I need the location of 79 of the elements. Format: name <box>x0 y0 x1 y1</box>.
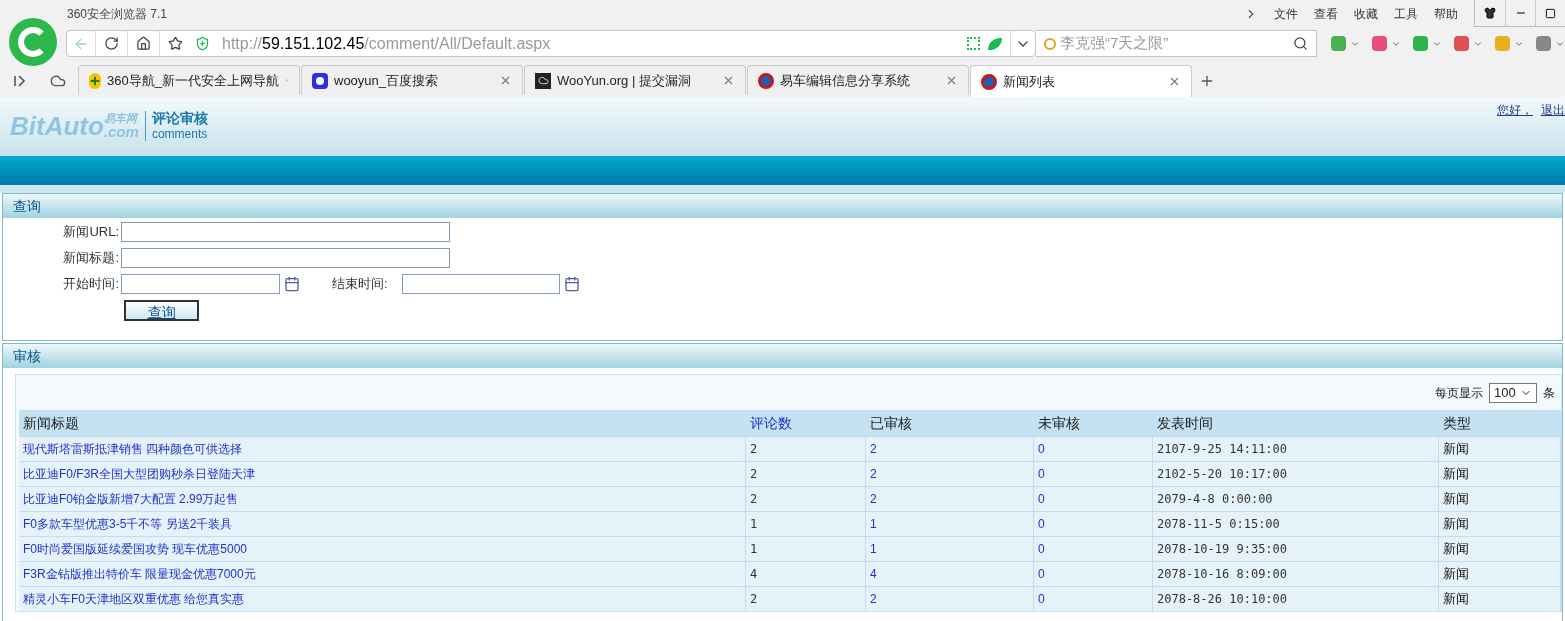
table-cell[interactable]: 0 <box>1034 587 1153 611</box>
date-field[interactable] <box>402 274 560 294</box>
news-title-link[interactable]: 精灵小车F0天津地区双重优惠 给您真实惠 <box>19 587 746 611</box>
menu-item[interactable]: 收藏 <box>1346 4 1386 23</box>
extension-icon[interactable] <box>1495 36 1510 51</box>
shirt-icon <box>1484 7 1496 19</box>
close-icon[interactable] <box>1168 75 1181 88</box>
calendar-icon[interactable] <box>284 276 300 292</box>
text-field[interactable] <box>121 248 450 268</box>
text-field[interactable] <box>121 222 450 242</box>
column-header: 新闻标题 <box>22 413 80 433</box>
browser-tab[interactable]: 新闻列表 <box>970 65 1192 97</box>
panel-title: 审核 <box>13 346 41 366</box>
app-subtitle: comments <box>151 127 208 143</box>
new-tab-icon[interactable] <box>1199 73 1215 89</box>
extension-icon[interactable] <box>1331 36 1346 51</box>
field-label: 开始时间: <box>62 275 120 294</box>
search-engine-icon[interactable] <box>1044 37 1056 50</box>
browser-tab[interactable]: WooYun.org | 提交漏洞 <box>524 65 746 95</box>
extension-icon[interactable] <box>1454 36 1469 51</box>
table-cell: 2 <box>746 587 866 611</box>
logo-chinese: 易车网 <box>103 113 139 124</box>
browser-logo-icon <box>9 18 57 66</box>
column-header[interactable]: 评论数 <box>746 412 866 434</box>
window-title: 360安全浏览器 7.1 <box>67 5 168 23</box>
browser-tab[interactable]: 易车编辑信息分享系统 <box>747 65 969 95</box>
app-title: 评论审核 <box>151 109 208 128</box>
panel-title: 查询 <box>13 196 41 216</box>
menu-item[interactable]: 工具 <box>1386 4 1426 23</box>
search-button[interactable]: 查询 <box>124 300 199 321</box>
qr-icon[interactable] <box>967 37 980 50</box>
menu-item[interactable]: 文件 <box>1266 4 1306 23</box>
field-label: 结束时间: <box>332 275 389 294</box>
extension-icon[interactable] <box>1536 36 1551 51</box>
paw-icon <box>312 72 328 89</box>
reload-icon[interactable] <box>104 36 119 51</box>
menu-item[interactable]: 查看 <box>1306 4 1346 23</box>
browser-tab[interactable]: 360导航_新一代安全上网导航 <box>78 65 300 95</box>
column-header: 类型 <box>1442 413 1472 433</box>
sidebar-toggle-icon[interactable] <box>14 75 26 87</box>
close-icon[interactable] <box>722 74 735 87</box>
logout-link[interactable]: 退出 <box>1541 101 1565 119</box>
table-cell: 新闻 <box>1439 587 1561 611</box>
menu-item[interactable]: 帮助 <box>1426 4 1466 23</box>
column-header: 已审核 <box>869 413 913 433</box>
date-field[interactable] <box>121 274 280 294</box>
close-icon[interactable] <box>945 74 958 87</box>
greeting-link[interactable]: 您好， <box>1497 101 1533 119</box>
calendar-icon[interactable] <box>564 276 580 292</box>
url-text: http://59.151.102.45/comment/All/Default.aspx <box>222 33 551 54</box>
leaf-icon[interactable] <box>988 37 1002 50</box>
page-size-label: 每页显示 <box>1435 384 1483 402</box>
browser-tab[interactable]: wooyun_百度搜索 <box>301 65 523 95</box>
address-bar[interactable]: http://59.151.102.45/comment/All/Default.aspx <box>66 30 1036 57</box>
extension-icon[interactable] <box>1372 36 1387 51</box>
maximize-icon <box>1545 7 1556 19</box>
logo-brand: BitAuto <box>10 113 104 139</box>
cloud-icon <box>535 72 551 89</box>
field-label: 新闻标题: <box>62 249 120 268</box>
field-label: 新闻URL: <box>62 223 120 242</box>
star-icon[interactable] <box>168 36 183 51</box>
plus-icon <box>89 72 101 89</box>
column-header: 未审核 <box>1037 413 1081 433</box>
globe-icon <box>981 73 997 90</box>
extension-icon[interactable] <box>1413 36 1428 51</box>
logo-suffix: .com <box>103 124 139 139</box>
column-header: 发表时间 <box>1156 413 1214 433</box>
close-icon[interactable] <box>499 74 512 87</box>
table-cell: 2078-8-26 10:10:00 <box>1153 587 1439 611</box>
globe-icon <box>758 72 774 89</box>
search-icon[interactable] <box>1293 36 1308 51</box>
page-size-unit: 条 <box>1543 384 1555 402</box>
search-input[interactable]: 李克强“7天之限” <box>1060 32 1285 55</box>
page-size-select[interactable]: 100 <box>1489 382 1537 403</box>
shield-icon <box>195 36 210 51</box>
search-field[interactable]: 李克强“7天之限” <box>1036 30 1317 57</box>
home-icon[interactable] <box>136 36 151 51</box>
cloud-icon[interactable] <box>50 73 66 89</box>
table-cell[interactable]: 2 <box>866 587 1034 611</box>
